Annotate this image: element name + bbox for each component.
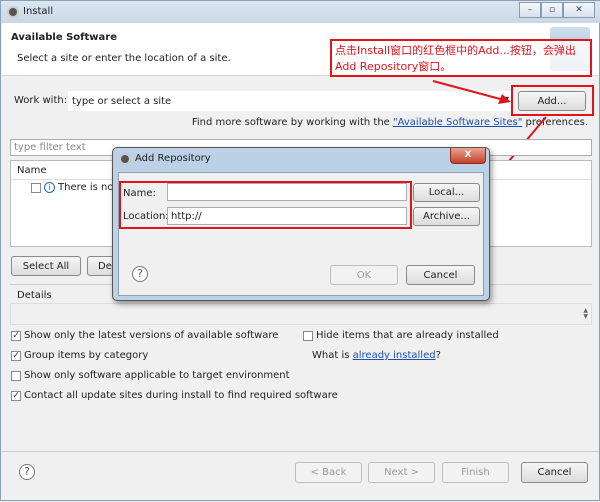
what-is-prefix: What is	[312, 350, 353, 361]
dialog-body: Name: Location: http:// Local... Archive…	[118, 172, 484, 296]
what-is-suffix: ?	[435, 350, 441, 361]
dialog-help-icon[interactable]: ?	[132, 266, 148, 282]
back-button[interactable]: < Back	[295, 462, 362, 483]
latest-checkbox[interactable]: ✓	[11, 330, 21, 341]
add-repository-dialog: Add Repository X Name: Location: http://…	[112, 147, 490, 301]
ok-button[interactable]: OK	[330, 265, 398, 285]
help-icon[interactable]: ?	[19, 464, 35, 480]
contact-checkbox[interactable]: ✓	[11, 390, 21, 401]
location-label: Location:	[123, 211, 169, 222]
group-label: Group items by category	[24, 350, 149, 361]
details-label: Details	[17, 290, 52, 301]
row-checkbox[interactable]	[31, 182, 41, 193]
dialog-eclipse-icon	[119, 153, 131, 165]
row-text: There is no	[58, 182, 114, 193]
hide-checkbox[interactable]	[303, 330, 313, 341]
group-checkbox[interactable]: ✓	[11, 350, 21, 361]
contact-label: Contact all update sites during install …	[24, 390, 338, 401]
name-label: Name:	[123, 188, 156, 199]
details-area: ▲ ▼	[10, 303, 592, 325]
footer-divider	[2, 451, 599, 452]
dialog-title: Add Repository	[135, 153, 211, 164]
applicable-checkbox[interactable]	[11, 370, 21, 381]
latest-label: Show only the latest versions of availab…	[24, 330, 279, 341]
name-input[interactable]	[167, 183, 407, 201]
hide-label: Hide items that are already installed	[316, 330, 499, 341]
archive-button[interactable]: Archive...	[413, 207, 480, 226]
location-input[interactable]: http://	[167, 207, 407, 225]
arrow-to-add	[432, 80, 505, 101]
dialog-close-button[interactable]: X	[450, 148, 486, 164]
cancel-button[interactable]: Cancel	[521, 462, 588, 483]
applicable-option[interactable]: Show only software applicable to target …	[11, 370, 290, 381]
latest-versions-option[interactable]: ✓ Show only the latest versions of availa…	[11, 330, 278, 341]
column-name-label: Name	[17, 165, 47, 176]
what-installed-text: What is already installed?	[312, 350, 441, 361]
dialog-cancel-button[interactable]: Cancel	[406, 265, 475, 285]
local-button[interactable]: Local...	[413, 183, 480, 202]
finish-button[interactable]: Finish	[442, 462, 509, 483]
info-icon: i	[44, 182, 55, 193]
already-installed-link[interactable]: already installed	[353, 350, 436, 361]
select-all-button[interactable]: Select All	[11, 256, 81, 276]
details-scrollbar[interactable]: ▲ ▼	[583, 308, 588, 320]
group-option[interactable]: ✓ Group items by category	[11, 350, 148, 361]
hide-installed-option[interactable]: Hide items that are already installed	[303, 330, 499, 341]
next-button[interactable]: Next >	[368, 462, 435, 483]
applicable-label: Show only software applicable to target …	[24, 370, 290, 381]
contact-option[interactable]: ✓ Contact all update sites during install…	[11, 390, 338, 401]
table-row[interactable]: i There is no	[31, 182, 113, 193]
